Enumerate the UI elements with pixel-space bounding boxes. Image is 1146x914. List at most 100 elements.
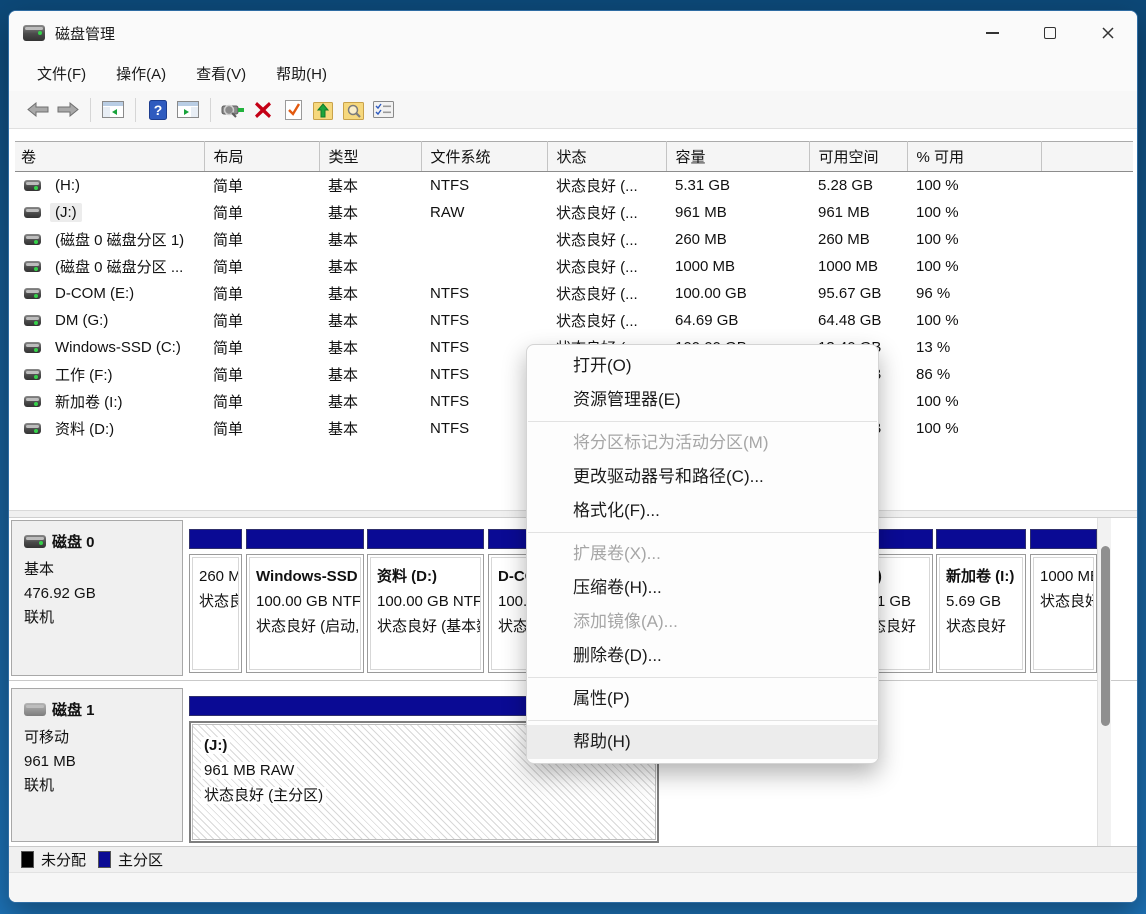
col-capacity[interactable]: 容量 [666, 142, 809, 172]
menu-view[interactable]: 查看(V) [184, 58, 258, 89]
console-tree-icon [102, 101, 124, 118]
col-status[interactable]: 状态 [547, 142, 666, 172]
menu-separator [528, 677, 877, 678]
legend-bar: 未分配 主分区 [9, 846, 1137, 872]
menu-action[interactable]: 操作(A) [104, 58, 178, 89]
minimize-icon [986, 32, 999, 34]
rescan-disks-icon [221, 102, 245, 118]
col-pct-free[interactable]: % 可用 [907, 142, 1041, 172]
partition-color-bar [936, 529, 1026, 549]
menu-help[interactable]: 帮助(H) [264, 58, 339, 89]
col-type[interactable]: 类型 [319, 142, 421, 172]
volume-icon [24, 288, 41, 299]
partition[interactable]: Windows-SSD (C:) 100.00 GB NTFS 状态良好 (启动… [246, 529, 364, 673]
disk-size: 961 MB [24, 750, 182, 774]
disk-0-header[interactable]: 磁盘 0 基本 476.92 GB 联机 [11, 520, 183, 676]
status-bar [9, 872, 1137, 903]
menu-item-explorer[interactable]: 资源管理器(E) [527, 383, 878, 417]
table-header-row: 卷 布局 类型 文件系统 状态 容量 可用空间 % 可用 [15, 142, 1133, 172]
minimize-button[interactable] [963, 11, 1021, 55]
menu-item-add-mirror: 添加镜像(A)... [527, 605, 878, 639]
toolbar-separator [90, 98, 91, 122]
disk-icon [24, 535, 46, 548]
menu-bar: 文件(F) 操作(A) 查看(V) 帮助(H) [9, 55, 1137, 91]
menu-item-delete[interactable]: 删除卷(D)... [527, 639, 878, 673]
delete-volume-button[interactable] [248, 96, 278, 124]
table-row[interactable]: D-COM (E:) 简单基本 NTFS状态良好 (... 100.00 GB9… [15, 280, 1133, 307]
menu-file[interactable]: 文件(F) [25, 58, 98, 89]
disk-status: 联机 [24, 606, 182, 630]
help-icon: ? [149, 100, 167, 120]
forward-button[interactable] [53, 96, 83, 124]
col-layout[interactable]: 布局 [204, 142, 319, 172]
window-title: 磁盘管理 [55, 23, 115, 44]
volume-icon [24, 234, 41, 245]
rescan-disks-button[interactable] [218, 96, 248, 124]
menu-item-open[interactable]: 打开(O) [527, 349, 878, 383]
disk-icon [24, 703, 46, 716]
volume-icon [24, 315, 41, 326]
close-button[interactable] [1079, 11, 1137, 55]
toolbar: ? [9, 91, 1137, 129]
menu-item-help[interactable]: 帮助(H) [527, 725, 878, 759]
col-filesystem[interactable]: 文件系统 [421, 142, 547, 172]
menu-item-change-letter[interactable]: 更改驱动器号和路径(C)... [527, 460, 878, 494]
delete-icon [254, 101, 272, 119]
svg-text:?: ? [154, 102, 163, 118]
partition[interactable]: 新加卷 (I:) 5.69 GB 状态良好 [936, 529, 1026, 673]
primary-partition-swatch-icon [98, 851, 111, 868]
menu-item-mark-active: 将分区标记为活动分区(M) [527, 426, 878, 460]
volume-icon [24, 207, 41, 218]
scrollbar-thumb[interactable] [1101, 546, 1110, 726]
table-row-selected[interactable]: (J:) 简单基本 RAW状态良好 (... 961 MB961 MB 100 … [15, 199, 1133, 226]
back-button[interactable] [23, 96, 53, 124]
help-button[interactable]: ? [143, 96, 173, 124]
table-row[interactable]: (磁盘 0 磁盘分区 ... 简单基本 状态良好 (... 1000 MB100… [15, 253, 1133, 280]
disk-status: 联机 [24, 774, 182, 798]
volume-icon [24, 261, 41, 272]
action-pane-icon [177, 101, 199, 118]
volume-context-menu: 打开(O) 资源管理器(E) 将分区标记为活动分区(M) 更改驱动器号和路径(C… [526, 344, 879, 764]
menu-separator [528, 532, 877, 533]
partition-color-bar [189, 529, 242, 549]
maximize-icon [1044, 27, 1056, 39]
col-free[interactable]: 可用空间 [809, 142, 907, 172]
set-active-icon [285, 100, 302, 120]
explore-button[interactable] [338, 96, 368, 124]
set-active-button[interactable] [278, 96, 308, 124]
menu-item-properties[interactable]: 属性(P) [527, 682, 878, 716]
toolbar-separator [210, 98, 211, 122]
folder-up-icon [313, 100, 333, 120]
maximize-button[interactable] [1021, 11, 1079, 55]
volume-icon [24, 369, 41, 380]
table-row[interactable]: (H:) 简单基本 NTFS状态良好 (... 5.31 GB5.28 GB 1… [15, 172, 1133, 200]
explore-icon [343, 100, 364, 120]
show-console-tree-button[interactable] [98, 96, 128, 124]
legend-unallocated: 未分配 [21, 849, 86, 870]
partition[interactable]: 1000 MB 状态良好 [1030, 529, 1097, 673]
toolbar-separator [135, 98, 136, 122]
show-action-pane-button[interactable] [173, 96, 203, 124]
partition-color-bar [246, 529, 364, 549]
col-empty [1041, 142, 1133, 172]
table-row[interactable]: (磁盘 0 磁盘分区 1) 简单基本 状态良好 (... 260 MB260 M… [15, 226, 1133, 253]
menu-item-format[interactable]: 格式化(F)... [527, 494, 878, 528]
disk-1-header[interactable]: 磁盘 1 可移动 961 MB 联机 [11, 688, 183, 842]
col-volume[interactable]: 卷 [15, 142, 204, 172]
partition[interactable]: 资料 (D:) 100.00 GB NTFS 状态良好 (基本数据分区) [367, 529, 484, 673]
close-icon [1101, 26, 1115, 40]
properties-list-button[interactable] [368, 96, 398, 124]
disk-management-window: 磁盘管理 文件(F) 操作(A) 查看(V) 帮助(H) ? [8, 10, 1138, 903]
disk-size: 476.92 GB [24, 582, 182, 606]
vertical-scrollbar[interactable] [1097, 518, 1111, 846]
properties-list-icon [373, 101, 394, 118]
menu-item-extend: 扩展卷(X)... [527, 537, 878, 571]
partition-color-bar [1030, 529, 1097, 549]
volume-icon [24, 423, 41, 434]
volume-icon [24, 396, 41, 407]
volume-icon [24, 342, 41, 353]
folder-up-button[interactable] [308, 96, 338, 124]
menu-item-shrink[interactable]: 压缩卷(H)... [527, 571, 878, 605]
partition[interactable]: 260 MB 状态良好 [189, 529, 242, 673]
table-row[interactable]: DM (G:) 简单基本 NTFS状态良好 (... 64.69 GB64.48… [15, 307, 1133, 334]
